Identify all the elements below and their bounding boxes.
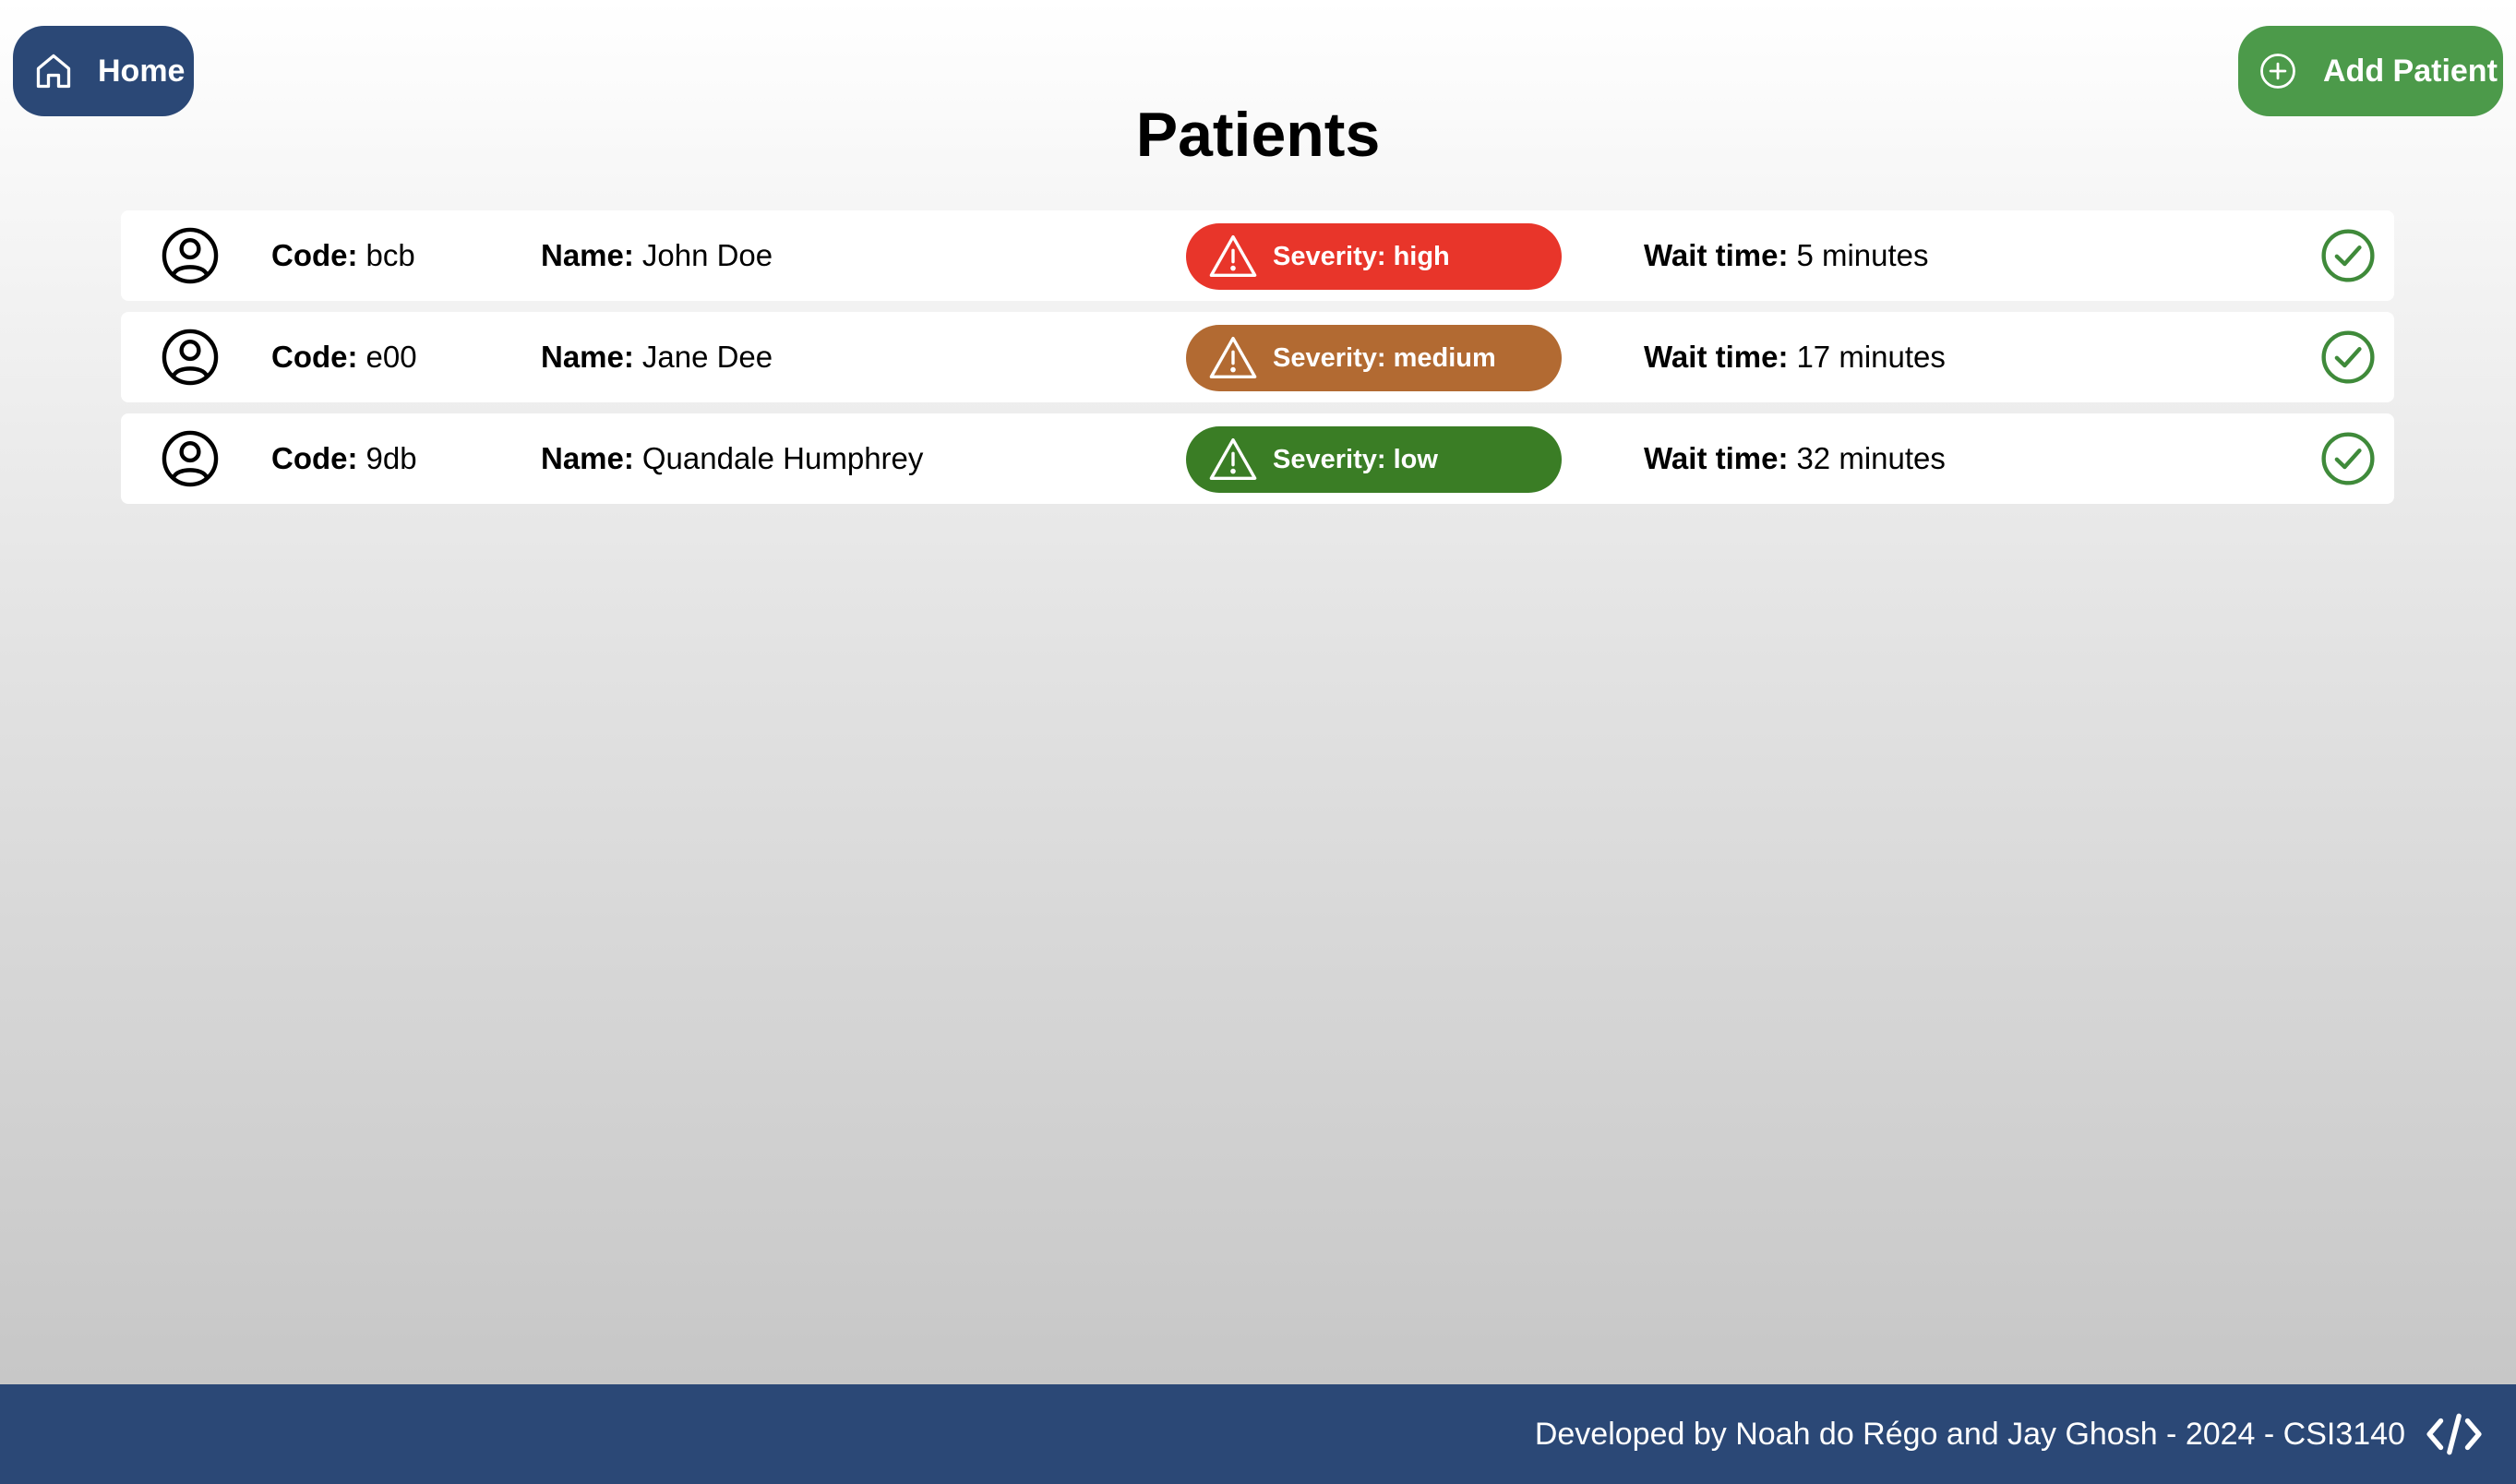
name-value: Quandale Humphrey: [641, 441, 924, 475]
check-circle-icon[interactable]: [2319, 210, 2377, 301]
wait-label: Wait time:: [1644, 238, 1789, 272]
home-button-label: Home: [98, 53, 186, 89]
code-value: bcb: [365, 238, 415, 272]
patient-row: Code: 9db Name: Quandale Humphrey Severi…: [121, 413, 2394, 504]
severity-label: Severity: high: [1273, 241, 1450, 271]
name-label: Name:: [541, 238, 634, 272]
name-value: John Doe: [641, 238, 773, 272]
wait-value: 5 minutes: [1796, 238, 1929, 272]
user-circle-icon: [160, 210, 221, 301]
footer-credits: Developed by Noah do Régo and Jay Ghosh …: [1534, 1416, 2405, 1452]
user-circle-icon: [160, 413, 221, 504]
patient-code: Code: 9db: [271, 413, 417, 504]
code-icon[interactable]: [2426, 1411, 2483, 1457]
severity-label: Severity: low: [1273, 444, 1438, 474]
patient-code: Code: e00: [271, 312, 417, 402]
user-circle-icon: [160, 312, 221, 402]
wait-time: Wait time: 5 minutes: [1644, 210, 1929, 301]
check-circle-icon[interactable]: [2319, 413, 2377, 504]
severity-badge: Severity: medium: [1186, 325, 1562, 391]
home-icon: [33, 51, 74, 91]
wait-value: 32 minutes: [1796, 441, 1946, 475]
warning-triangle-icon: [1208, 232, 1258, 281]
patient-code: Code: bcb: [271, 210, 415, 301]
wait-label: Wait time:: [1644, 441, 1789, 475]
severity-label: Severity: medium: [1273, 342, 1496, 373]
code-label: Code:: [271, 340, 358, 374]
patient-name: Name: Quandale Humphrey: [541, 413, 923, 504]
footer: Developed by Noah do Régo and Jay Ghosh …: [0, 1384, 2516, 1484]
patient-row: Code: bcb Name: John Doe Severity: high …: [121, 210, 2394, 301]
patient-name: Name: Jane Dee: [541, 312, 773, 402]
code-label: Code:: [271, 441, 358, 475]
name-value: Jane Dee: [641, 340, 773, 374]
check-circle-icon[interactable]: [2319, 312, 2377, 402]
patient-row: Code: e00 Name: Jane Dee Severity: mediu…: [121, 312, 2394, 402]
warning-triangle-icon: [1208, 333, 1258, 383]
severity-badge: Severity: low: [1186, 426, 1562, 493]
code-value: e00: [365, 340, 417, 374]
name-label: Name:: [541, 441, 634, 475]
wait-label: Wait time:: [1644, 340, 1789, 374]
severity-badge: Severity: high: [1186, 223, 1562, 290]
code-value: 9db: [365, 441, 417, 475]
page-title: Patients: [1135, 100, 1381, 170]
add-patient-button-label: Add Patient: [2323, 53, 2498, 89]
wait-time: Wait time: 17 minutes: [1644, 312, 1946, 402]
wait-time: Wait time: 32 minutes: [1644, 413, 1946, 504]
code-label: Code:: [271, 238, 358, 272]
wait-value: 17 minutes: [1796, 340, 1946, 374]
patient-list: Code: bcb Name: John Doe Severity: high …: [121, 210, 2394, 515]
name-label: Name:: [541, 340, 634, 374]
warning-triangle-icon: [1208, 435, 1258, 485]
patient-name: Name: John Doe: [541, 210, 773, 301]
plus-circle-icon: [2258, 52, 2297, 90]
